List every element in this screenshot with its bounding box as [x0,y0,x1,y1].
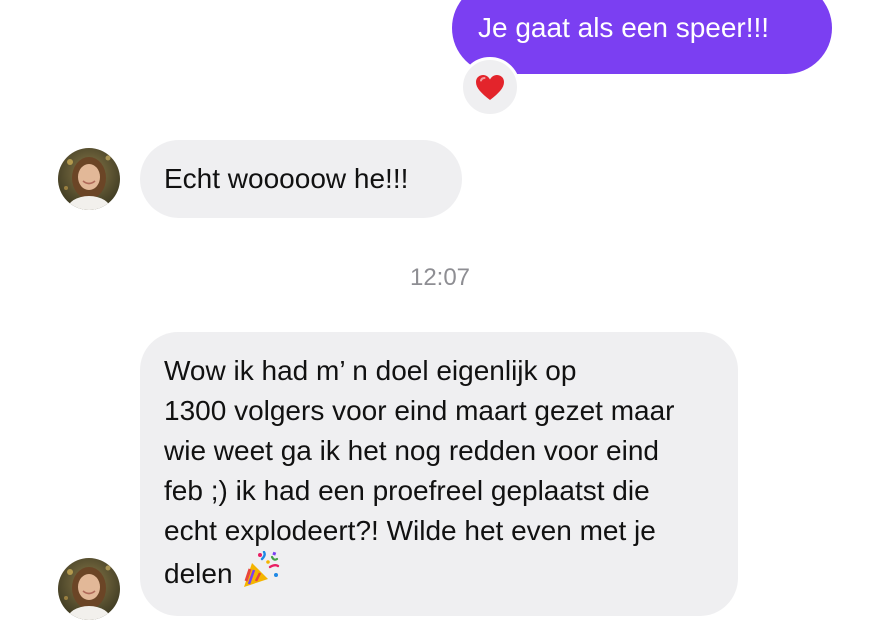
incoming-message-text: Echt wooooow he!!! [164,163,409,194]
message-line: Wow ik had m’ n doel eigenlijk op [164,355,577,386]
message-line-text: delen [164,557,233,589]
incoming-message-bubble[interactable]: Wow ik had m’ n doel eigenlijk op 1300 v… [140,332,738,616]
message-line: echt explodeert?! Wilde het even met je [164,515,656,546]
chat-thread: Je gaat als een speer!!! Echt wooooow he… [0,0,880,632]
message-line-last: delen [164,550,718,600]
party-popper-icon [240,550,280,600]
message-line: feb ;) ik had een proefreel geplaatst di… [164,475,650,506]
timestamp: 12:07 [409,264,471,291]
message-reaction[interactable] [460,57,520,117]
heart-icon [476,74,504,100]
outgoing-message-text: Je gaat als een speer!!! [478,12,770,43]
message-line: wie weet ga ik het nog redden voor eind [164,435,659,466]
message-line: 1300 volgers voor eind maart gezet maar [164,395,675,426]
contact-avatar[interactable] [58,558,120,620]
incoming-message-bubble[interactable]: Echt wooooow he!!! [140,140,462,218]
contact-avatar[interactable] [58,148,120,210]
